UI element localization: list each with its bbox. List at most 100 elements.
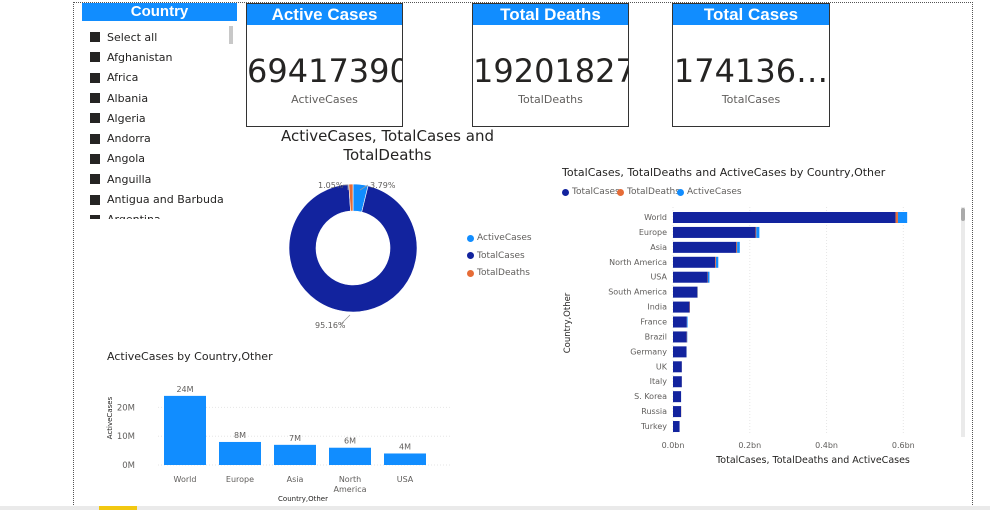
bar-segment[interactable] — [673, 331, 687, 343]
hbar-legend-item[interactable]: ActiveCases — [677, 187, 742, 197]
checkbox[interactable] — [90, 32, 100, 43]
column-chart[interactable]: 0M 10M 20M 24M World 8M Europe 7M Asia 6M North Ame… — [100, 368, 460, 503]
slicer-item[interactable]: Antigua and Barbuda — [90, 189, 230, 209]
slicer-item-label: Select all — [107, 30, 158, 44]
y-tick-label: North America — [609, 258, 667, 267]
legend-label: TotalCases — [477, 250, 525, 261]
data-label: 7M — [289, 434, 301, 443]
bar-segment[interactable] — [755, 226, 757, 238]
bar-segment[interactable] — [673, 241, 737, 253]
card-title: Active Cases — [247, 4, 402, 25]
slicer-item[interactable]: Angola — [90, 149, 230, 169]
hbar-legend-item[interactable]: TotalCases — [562, 187, 620, 197]
bar-segment[interactable] — [686, 316, 688, 328]
slicer-scrollbar[interactable] — [229, 26, 233, 44]
checkbox[interactable] — [90, 194, 100, 205]
slicer-item[interactable]: Afghanistan — [90, 47, 230, 67]
slicer-item[interactable]: Algeria — [90, 108, 230, 128]
x-tick-label: 0.0bn — [662, 441, 685, 450]
bar-segment[interactable] — [673, 421, 680, 433]
bar-segment[interactable] — [673, 376, 682, 388]
data-label: 8M — [234, 431, 246, 440]
donut-legend-item[interactable]: TotalDeaths — [467, 268, 530, 278]
column-bar[interactable] — [384, 453, 426, 465]
bar-segment[interactable] — [673, 212, 896, 223]
bar-segment[interactable] — [673, 226, 756, 238]
y-axis-title: Country,Other — [563, 292, 573, 353]
bar-segment[interactable] — [895, 212, 898, 223]
bar-segment[interactable] — [715, 256, 716, 268]
checkbox[interactable] — [90, 133, 100, 144]
bar-segment[interactable] — [673, 361, 682, 373]
slicer-item[interactable]: Select all — [90, 27, 230, 47]
slicer-list[interactable]: Select all Afghanistan Africa Albania Algeri… — [90, 27, 230, 219]
slicer-item-label: Antigua and Barbuda — [107, 193, 224, 207]
card-label: TotalDeaths — [518, 93, 583, 106]
column-bar[interactable] — [274, 444, 316, 465]
column-bar[interactable] — [329, 447, 371, 465]
checkbox[interactable] — [90, 52, 100, 63]
bar-segment[interactable] — [715, 256, 719, 268]
slicer-item-label: Africa — [107, 71, 139, 85]
donut-data-label: 3.79% — [370, 181, 396, 190]
column-bar[interactable] — [219, 441, 261, 465]
checkbox[interactable] — [90, 72, 100, 83]
hbar-legend-item[interactable]: TotalDeaths — [617, 187, 680, 197]
bar-segment[interactable] — [756, 226, 760, 238]
hbar-chart[interactable]: 0.0bn 0.2bn 0.4bn 0.6bn World Europe Asia North… — [555, 205, 975, 470]
total-cases-card: Total Cases 174136… TotalCases — [672, 3, 830, 127]
legend-label: TotalCases — [572, 187, 620, 197]
slicer-item-label: Argentina — [107, 213, 161, 219]
bar-segment[interactable] — [897, 212, 908, 223]
bar-segment[interactable] — [673, 406, 682, 418]
donut-chart[interactable]: 3.79% 95.16% 1.05% — [260, 165, 460, 335]
y-tick-label: UK — [656, 362, 668, 371]
y-tick-label: Brazil — [645, 332, 667, 341]
scrollbar-track[interactable] — [961, 207, 965, 437]
scrollbar-thumb[interactable] — [961, 208, 965, 221]
slicer-title: Country — [82, 3, 237, 21]
x-axis-title: TotalCases, TotalDeaths and ActiveCases — [715, 455, 910, 466]
checkbox[interactable] — [90, 174, 100, 185]
checkbox[interactable] — [90, 214, 100, 219]
card-label: ActiveCases — [291, 93, 358, 106]
slicer-item[interactable]: Africa — [90, 68, 230, 88]
donut-data-label: 1.05% — [318, 181, 344, 190]
y-tick-label: France — [640, 318, 667, 327]
checkbox[interactable] — [90, 153, 100, 164]
bar-segment[interactable] — [737, 241, 740, 253]
bar-segment[interactable] — [673, 391, 682, 403]
card-value: 174136… — [673, 52, 829, 90]
y-tick-label: S. Korea — [634, 392, 667, 401]
y-tick-label: USA — [650, 273, 667, 282]
x-tick-label: World — [174, 475, 197, 484]
bar-segment[interactable] — [673, 346, 687, 358]
data-label: 6M — [344, 437, 356, 446]
bar-segment[interactable] — [673, 316, 687, 328]
bar-segment[interactable] — [673, 301, 690, 313]
card-title: Total Cases — [673, 4, 829, 25]
bar-segment[interactable] — [673, 271, 708, 283]
slicer-item[interactable]: Andorra — [90, 128, 230, 148]
slicer-item[interactable]: Albania — [90, 88, 230, 108]
donut-legend-item[interactable]: ActiveCases — [467, 233, 532, 243]
checkbox[interactable] — [90, 113, 100, 124]
slicer-item-label: Albania — [107, 91, 149, 105]
slicer-item[interactable]: Anguilla — [90, 169, 230, 189]
hbar-chart-title: TotalCases, TotalDeaths and ActiveCases … — [562, 166, 886, 179]
checkbox[interactable] — [90, 93, 100, 104]
column-chart-title: ActiveCases by Country,Other — [107, 350, 273, 363]
bar-segment[interactable] — [707, 271, 710, 283]
donut-legend-item[interactable]: TotalCases — [467, 251, 525, 261]
page-tab-active[interactable] — [99, 506, 137, 510]
column-bar[interactable] — [164, 395, 206, 465]
slicer-item-label: Anguilla — [107, 172, 152, 186]
card-label: TotalCases — [721, 93, 781, 106]
bar-segment[interactable] — [673, 286, 698, 298]
bar-segment[interactable] — [673, 256, 716, 268]
slicer-item[interactable]: Argentina — [90, 210, 230, 219]
slicer-item-label: Angola — [107, 152, 146, 166]
bar-segment[interactable] — [736, 241, 738, 253]
y-tick-label: Asia — [650, 243, 667, 252]
legend-label: TotalDeaths — [477, 268, 530, 278]
